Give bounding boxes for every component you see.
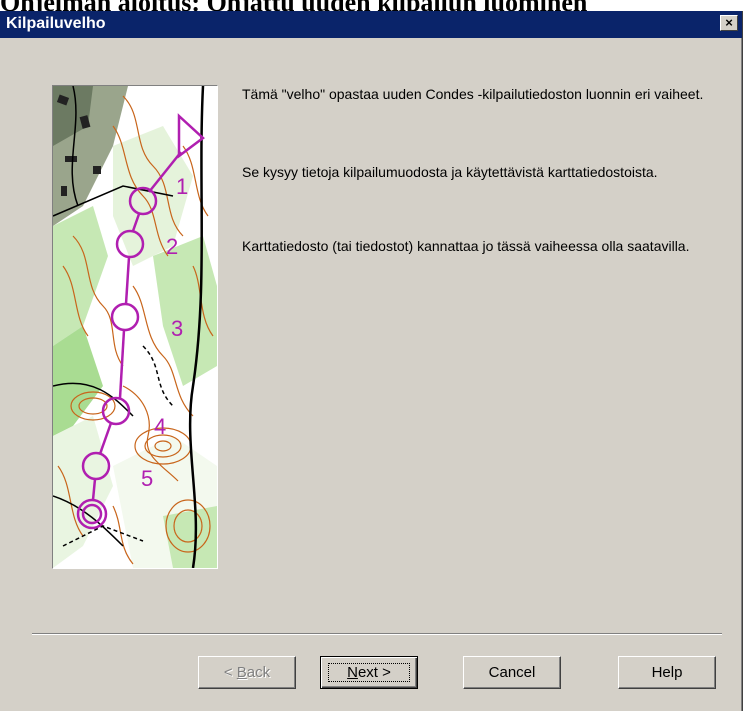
description-paragraph-3: Karttatiedosto (tai tiedostot) kannattaa…	[242, 238, 690, 254]
description-paragraph-2: Se kysyy tietoja kilpailumuodosta ja käy…	[242, 164, 658, 180]
orienteering-map-svg: 1 2 3 4 5	[53, 86, 217, 568]
control-label-4: 4	[154, 414, 166, 439]
window-title: Kilpailuvelho	[6, 15, 106, 32]
title-bar[interactable]: Kilpailuvelho ×	[0, 11, 742, 38]
back-button-label: < Back	[223, 664, 271, 681]
orienteering-map-image: 1 2 3 4 5	[52, 85, 218, 569]
control-label-1: 1	[176, 174, 188, 199]
description-paragraph-1: Tämä "velho" opastaa uuden Condes -kilpa…	[242, 86, 704, 102]
cancel-button[interactable]: Cancel	[463, 656, 561, 689]
control-label-3: 3	[171, 316, 183, 341]
close-button[interactable]: ×	[720, 15, 738, 31]
control-label-2: 2	[166, 234, 178, 259]
help-button[interactable]: Help	[618, 656, 716, 689]
next-button[interactable]: Next >	[320, 656, 418, 689]
control-label-5: 5	[141, 466, 153, 491]
next-button-label: Next >	[347, 664, 391, 681]
wizard-dialog: Kilpailuvelho × 1 2 3 4 5 Tämä "velho" o…	[0, 11, 743, 711]
close-icon: ×	[725, 15, 733, 30]
back-button[interactable]: < Back	[198, 656, 296, 689]
cancel-button-label: Cancel	[488, 664, 536, 681]
help-button-label: Help	[651, 664, 683, 681]
button-separator	[32, 633, 722, 635]
